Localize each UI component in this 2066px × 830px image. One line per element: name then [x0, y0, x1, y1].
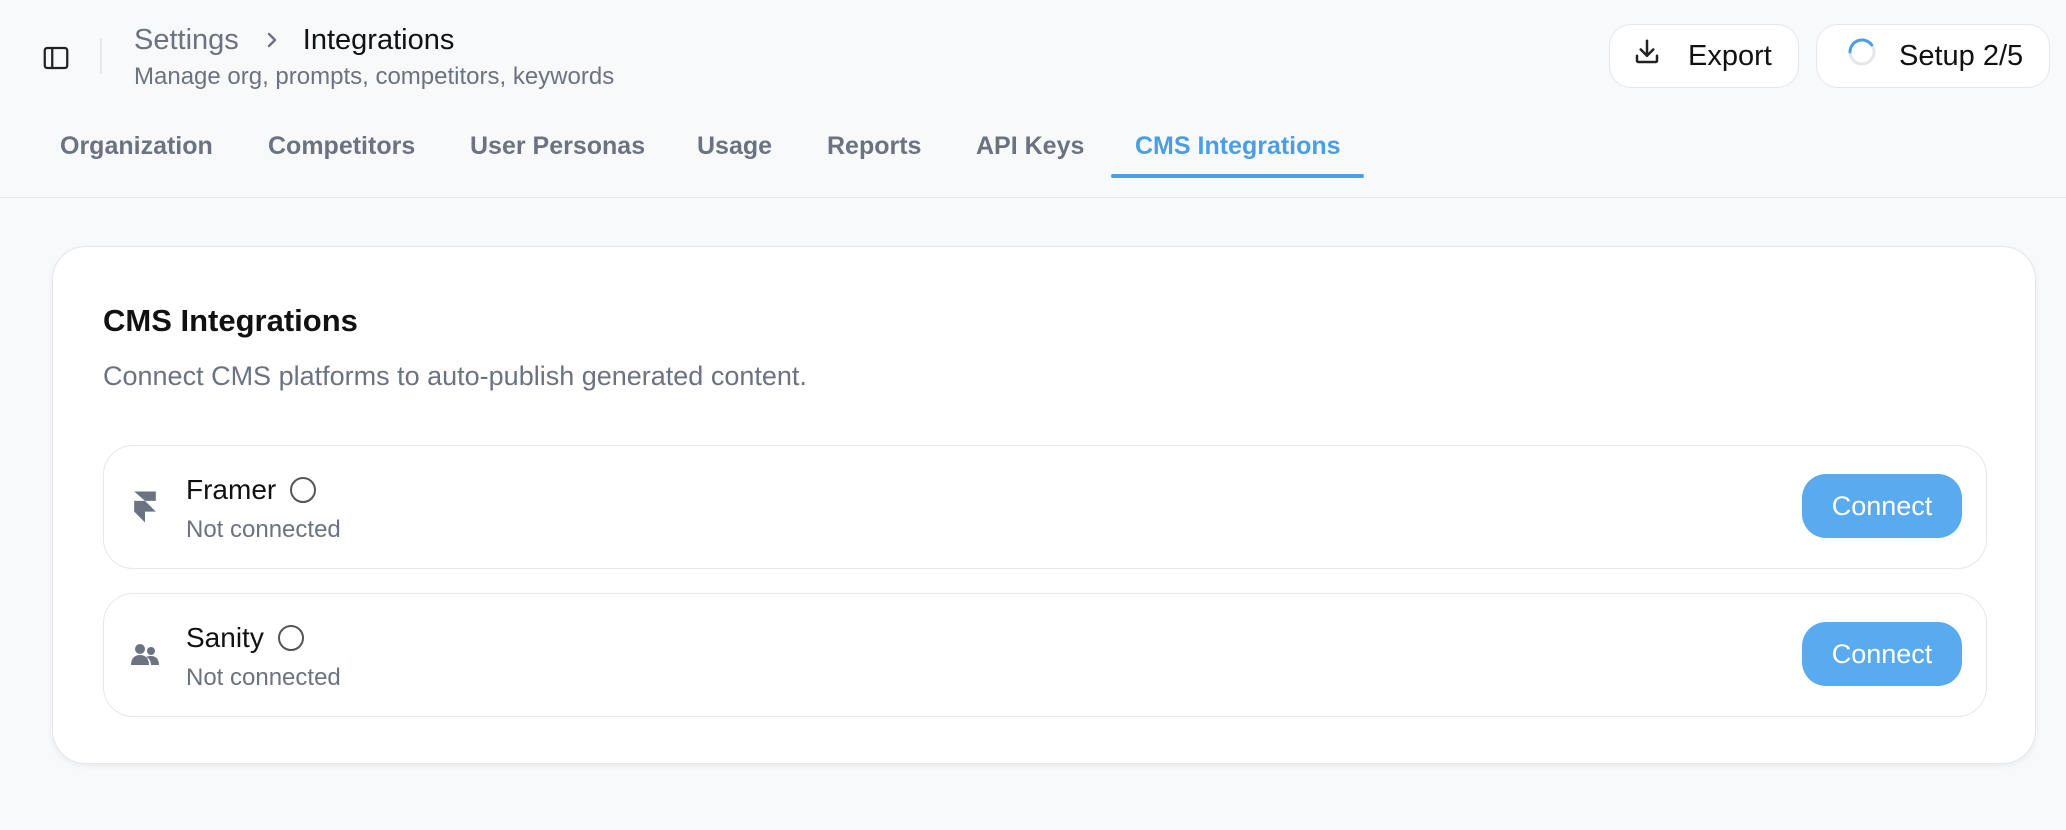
- connect-framer-button[interactable]: Connect: [1802, 474, 1962, 538]
- active-tab-indicator: [1111, 174, 1364, 178]
- card-description: Connect CMS platforms to auto-publish ge…: [103, 361, 807, 391]
- setup-button-label: Setup 2/5: [1899, 39, 2024, 72]
- export-button[interactable]: Export: [1609, 24, 1799, 88]
- header-divider: [100, 38, 102, 74]
- settings-tabs: Organization Competitors User Personas U…: [0, 110, 2066, 198]
- status-circle-icon: [290, 477, 317, 503]
- status-circle-icon: [277, 625, 304, 651]
- download-icon: [1632, 37, 1662, 75]
- connect-sanity-button[interactable]: Connect: [1802, 622, 1962, 686]
- framer-icon: [128, 490, 162, 524]
- integration-name: Framer: [186, 474, 277, 505]
- breadcrumb-settings[interactable]: Settings: [134, 22, 239, 58]
- breadcrumb: Settings Integrations: [134, 22, 454, 58]
- card-title: CMS Integrations: [103, 303, 358, 338]
- page-subtitle: Manage org, prompts, competitors, keywor…: [134, 63, 615, 90]
- cms-integrations-card: CMS Integrations Connect CMS platforms t…: [52, 246, 2036, 764]
- tab-reports[interactable]: Reports: [827, 132, 921, 188]
- users-icon: [128, 638, 162, 672]
- export-button-label: Export: [1688, 39, 1772, 72]
- integration-name: Sanity: [186, 622, 264, 653]
- tab-api-keys[interactable]: API Keys: [976, 132, 1084, 188]
- sidebar-toggle-icon[interactable]: [36, 38, 76, 78]
- integration-name-row: Framer: [186, 474, 317, 506]
- tab-competitors[interactable]: Competitors: [268, 132, 415, 188]
- page-header: Settings Integrations Manage org, prompt…: [0, 0, 2066, 110]
- integration-name-row: Sanity: [186, 622, 304, 654]
- progress-ring-icon: [1847, 37, 1877, 75]
- page-title: Integrations: [302, 24, 455, 56]
- integration-status: Not connected: [186, 664, 341, 691]
- chevron-right-icon: [265, 30, 279, 50]
- tab-user-personas[interactable]: User Personas: [470, 132, 645, 188]
- setup-progress-button[interactable]: Setup 2/5: [1816, 24, 2050, 88]
- integration-row-sanity: Sanity Not connected Connect: [103, 593, 1987, 717]
- tab-cms-integrations[interactable]: CMS Integrations: [1135, 132, 1341, 188]
- integration-row-framer: Framer Not connected Connect: [103, 445, 1987, 569]
- tab-usage[interactable]: Usage: [697, 132, 772, 188]
- integration-status: Not connected: [186, 516, 341, 543]
- tab-organization[interactable]: Organization: [60, 132, 213, 188]
